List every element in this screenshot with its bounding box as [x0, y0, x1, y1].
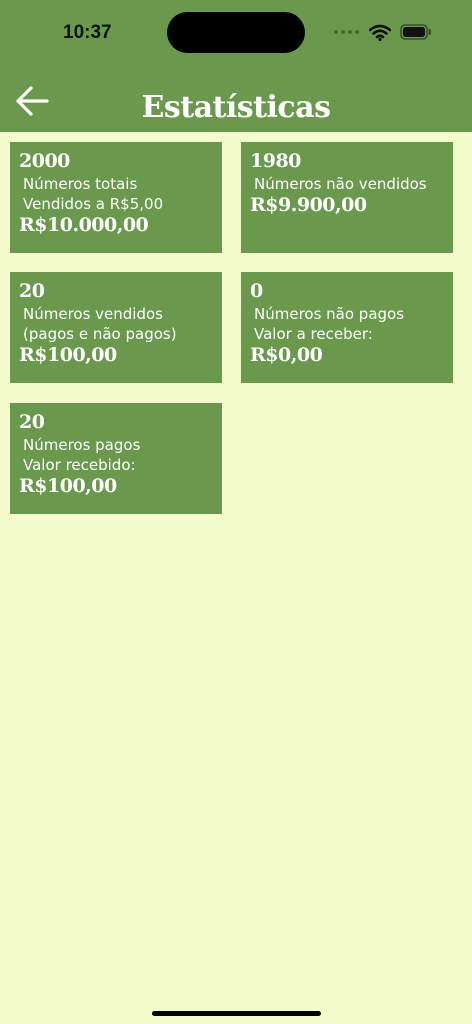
stat-count: 20 — [19, 280, 45, 302]
stat-label: Números não vendidos — [254, 175, 427, 193]
stat-card-unsold: 1980 Números não vendidos R$9.900,00 — [241, 142, 453, 253]
wifi-icon — [369, 24, 391, 41]
stat-amount: R$9.900,00 — [250, 194, 367, 216]
stat-sublabel: Valor a receber: — [254, 325, 373, 343]
app-header: 10:37 Estatísticas — [0, 0, 472, 132]
stat-amount: R$100,00 — [19, 344, 117, 366]
stat-amount: R$100,00 — [19, 475, 117, 497]
stat-amount: R$10.000,00 — [19, 214, 149, 236]
stat-label: Números totais — [23, 175, 138, 193]
page-title: Estatísticas — [141, 90, 331, 125]
battery-icon — [400, 24, 431, 40]
stat-count: 2000 — [19, 150, 70, 172]
stat-sublabel: Valor recebido: — [23, 456, 136, 474]
stat-count: 20 — [19, 411, 45, 433]
stat-count: 0 — [250, 280, 263, 302]
stat-amount: R$0,00 — [250, 344, 323, 366]
status-icons — [334, 22, 432, 42]
stat-label: Números vendidos — [23, 305, 163, 323]
stat-label: Números pagos — [23, 436, 141, 454]
stat-card-unpaid: 0 Números não pagos Valor a receber: R$0… — [241, 272, 453, 383]
status-time: 10:37 — [63, 22, 112, 43]
stat-count: 1980 — [250, 150, 301, 172]
stat-card-total: 2000 Números totais Vendidos a R$5,00 R$… — [10, 142, 222, 253]
dynamic-island — [167, 12, 305, 53]
stat-sublabel: (pagos e não pagos) — [23, 325, 177, 343]
stat-sublabel: Vendidos a R$5,00 — [23, 195, 164, 213]
stat-label: Números não pagos — [254, 305, 405, 323]
cellular-signal-icon — [334, 30, 359, 34]
stat-card-paid: 20 Números pagos Valor recebido: R$100,0… — [10, 403, 222, 514]
stat-card-sold: 20 Números vendidos (pagos e não pagos) … — [10, 272, 222, 383]
home-indicator — [152, 1011, 321, 1016]
